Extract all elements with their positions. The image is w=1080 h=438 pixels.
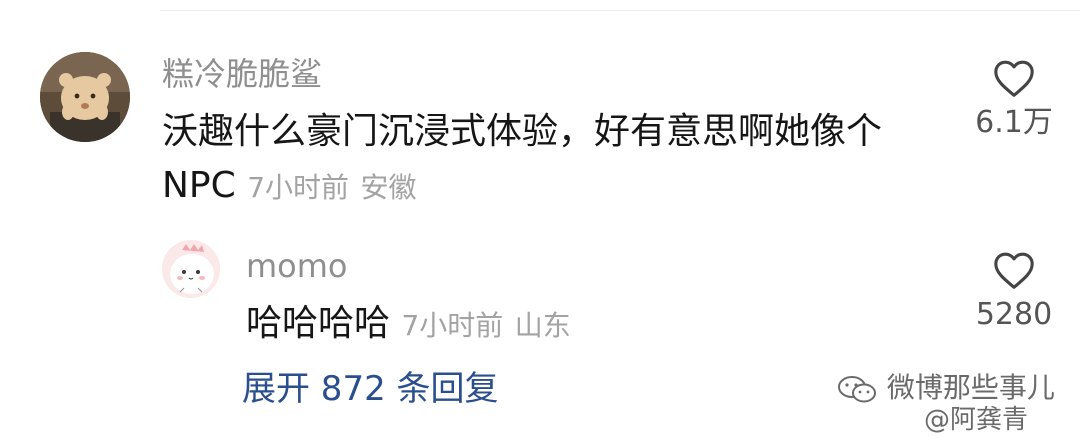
avatar[interactable] — [40, 52, 130, 142]
comment-thread: 糕冷脆脆鲨 沃趣什么豪门沉浸式体验，好有意思啊她像个 NPC 7小时前 安徽 6… — [0, 0, 1080, 438]
comment-text-tail: NPC — [162, 165, 236, 206]
cat-avatar-icon — [40, 52, 130, 142]
wechat-icon — [838, 376, 876, 403]
watermark: 微博那些事儿 — [836, 370, 1055, 406]
reply-time: 7小时前 — [401, 309, 504, 342]
pink-dino-avatar-icon — [162, 240, 220, 298]
comment-time: 7小时前 — [247, 171, 350, 204]
like-button[interactable]: 6.1万 — [954, 58, 1074, 142]
watermark-title: 微博那些事儿 — [886, 371, 1055, 404]
reply-username[interactable]: momo — [246, 246, 348, 286]
expand-replies-link[interactable]: 展开 872 条回复 — [242, 366, 499, 412]
comment-text-line2: NPC 7小时前 安徽 — [162, 150, 417, 224]
reply-text-line: 哈哈哈哈 7小时前 山东 — [246, 288, 571, 362]
like-count: 6.1万 — [975, 105, 1053, 140]
heart-icon — [994, 60, 1034, 97]
comment-location: 安徽 — [360, 171, 417, 204]
watermark-handle: @阿龚青 — [924, 405, 1029, 435]
username[interactable]: 糕冷脆脆鲨 — [162, 54, 322, 94]
reply-location: 山东 — [514, 309, 571, 342]
watermark-handle-row: @阿龚青 — [924, 402, 1028, 438]
heart-icon — [994, 252, 1034, 289]
reply-like-button[interactable]: 5280 — [954, 250, 1074, 334]
reply-like-count: 5280 — [975, 297, 1053, 332]
avatar[interactable] — [162, 240, 220, 298]
reply-text: 哈哈哈哈 — [246, 303, 391, 344]
divider — [160, 10, 1080, 11]
